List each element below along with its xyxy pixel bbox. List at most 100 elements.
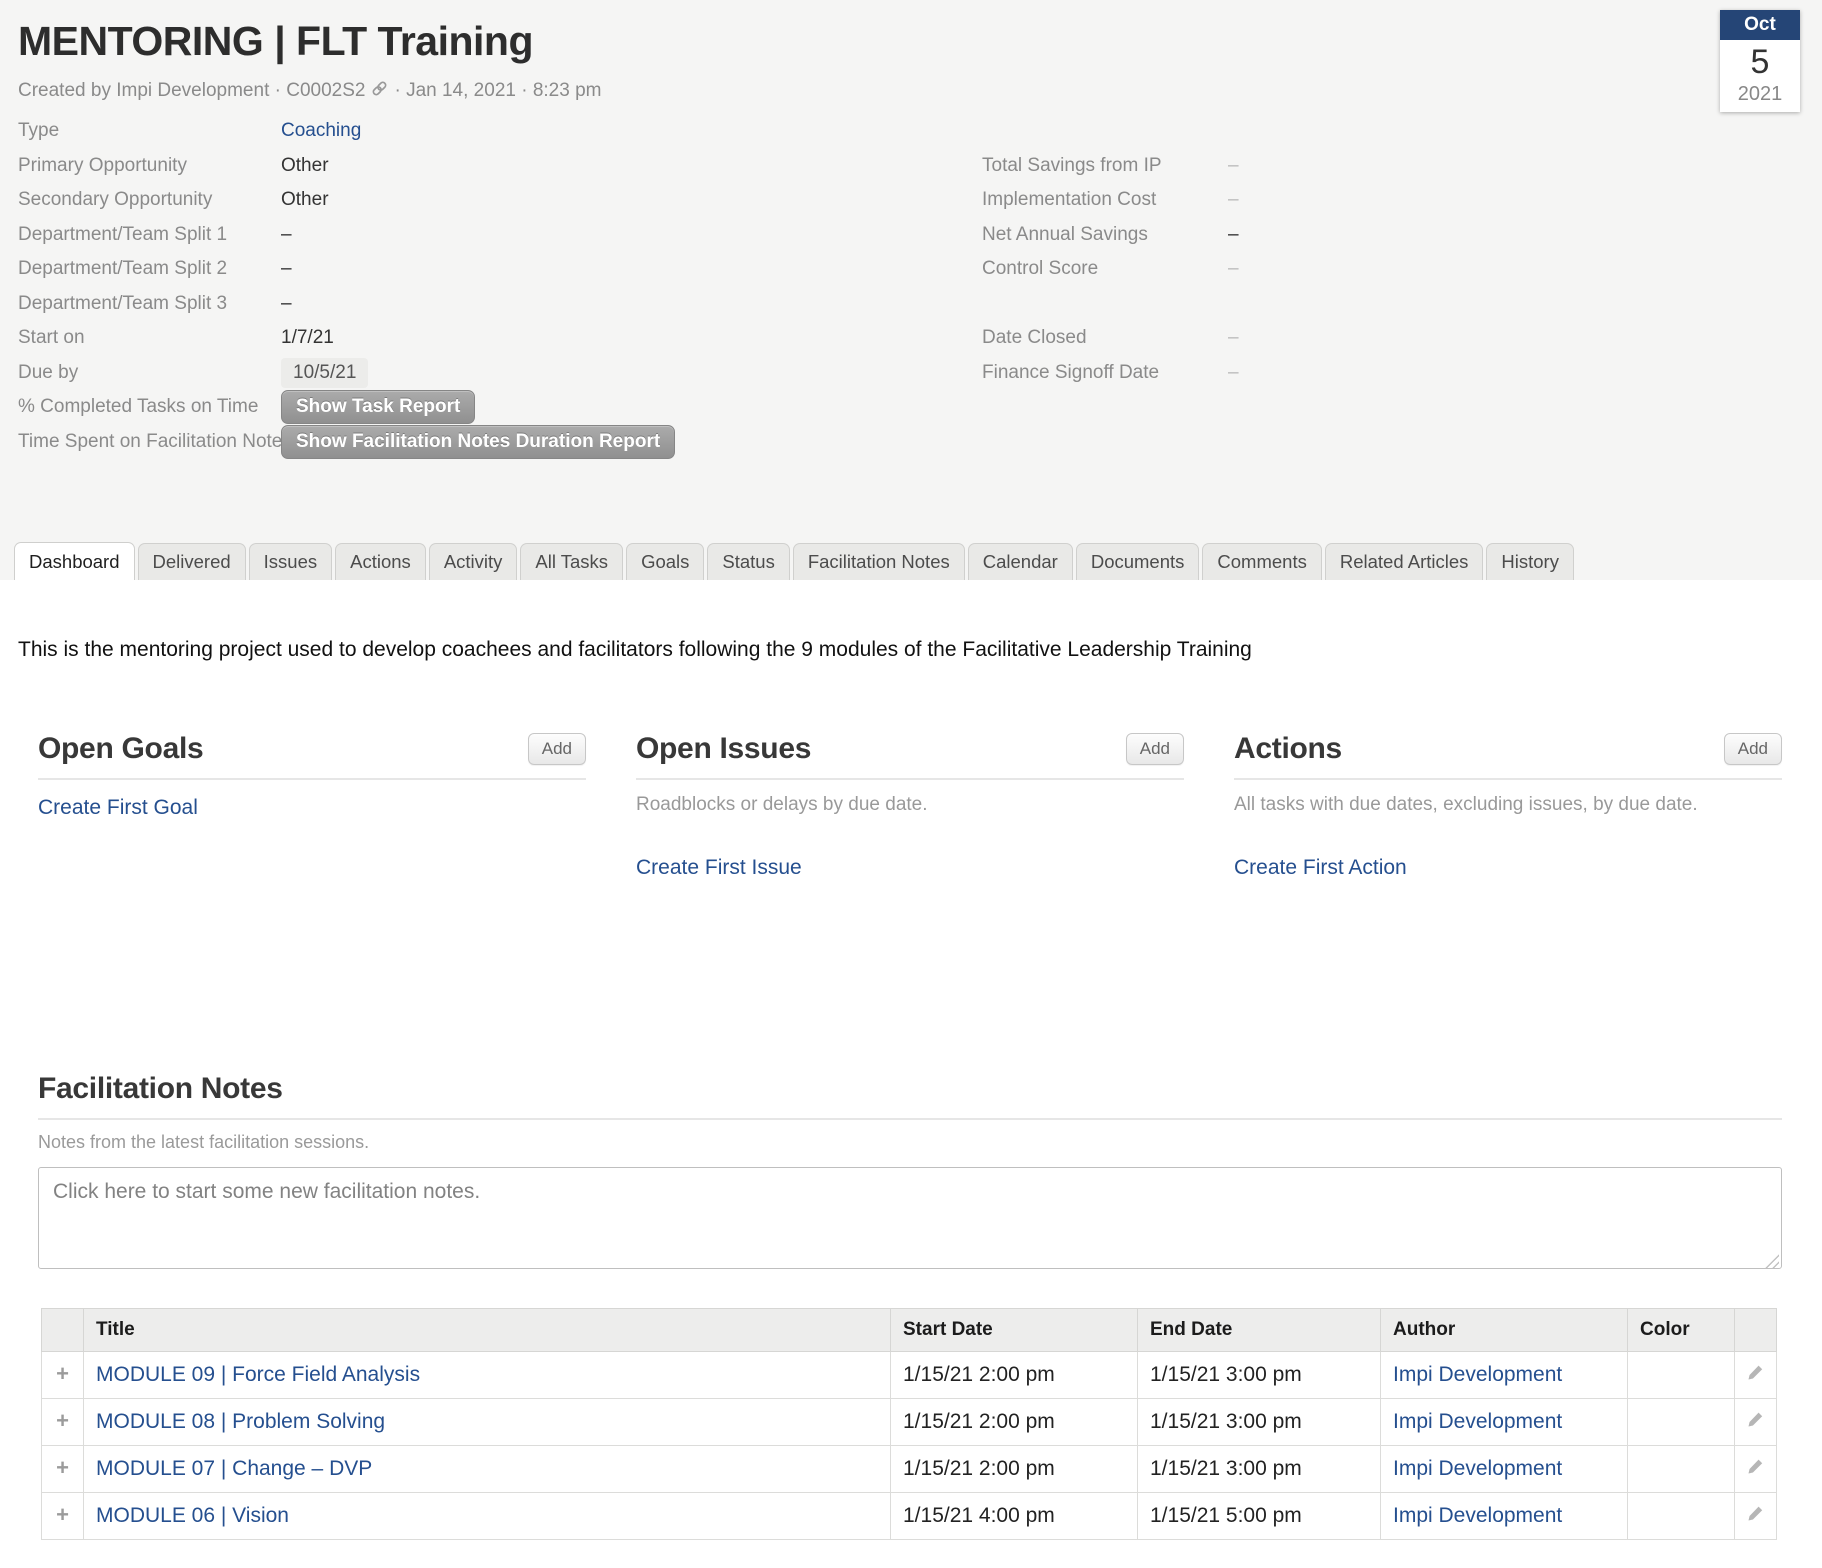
actions-title: Actions <box>1234 732 1342 766</box>
tab-all-tasks[interactable]: All Tasks <box>520 543 623 580</box>
note-title-link[interactable]: MODULE 06 | Vision <box>96 1504 289 1527</box>
tab-goals[interactable]: Goals <box>626 543 704 580</box>
note-start-date: 1/15/21 2:00 pm <box>891 1352 1138 1399</box>
note-color <box>1628 1399 1735 1446</box>
field-grid: Type Coaching Primary Opportunity Other … <box>18 114 1802 459</box>
field-row-type: Type Coaching <box>18 114 1802 149</box>
edit-note-button[interactable] <box>1735 1493 1777 1540</box>
note-start-date: 1/15/21 2:00 pm <box>891 1399 1138 1446</box>
field-row-control-score: Control Score – <box>982 252 1239 287</box>
field-label: Date Closed <box>982 327 1228 349</box>
due-by-value[interactable]: 10/5/21 <box>281 358 368 388</box>
add-issue-button[interactable]: Add <box>1126 733 1184 765</box>
field-row-secondary-opportunity: Secondary Opportunity Other <box>18 183 1802 218</box>
show-task-report-button[interactable]: Show Task Report <box>281 390 475 424</box>
tab-comments[interactable]: Comments <box>1202 543 1321 580</box>
table-row: + MODULE 08 | Problem Solving 1/15/21 2:… <box>42 1399 1777 1446</box>
tab-activity[interactable]: Activity <box>429 543 518 580</box>
author-column-header: Author <box>1381 1309 1628 1352</box>
edit-note-button[interactable] <box>1735 1399 1777 1446</box>
create-first-action-link[interactable]: Create First Action <box>1234 856 1407 880</box>
new-notes-editor <box>38 1167 1782 1274</box>
tab-dashboard[interactable]: Dashboard <box>14 542 135 580</box>
field-value: – <box>281 258 292 280</box>
due-date-month: Oct <box>1720 10 1800 40</box>
facilitation-notes-table: Title Start Date End Date Author Color +… <box>41 1308 1777 1540</box>
end-date-column-header: End Date <box>1138 1309 1381 1352</box>
summary-cards: Open Goals Add Create First Goal Open Is… <box>0 732 1822 944</box>
add-action-button[interactable]: Add <box>1724 733 1782 765</box>
link-icon[interactable] <box>371 79 388 102</box>
facilitation-notes-input[interactable] <box>38 1167 1782 1269</box>
field-label: Type <box>18 120 281 142</box>
tab-facilitation-notes[interactable]: Facilitation Notes <box>793 543 965 580</box>
tab-related-articles[interactable]: Related Articles <box>1325 543 1484 580</box>
tab-history[interactable]: History <box>1486 543 1574 580</box>
field-grid-right: Total Savings from IP – Implementation C… <box>982 149 1239 391</box>
facilitation-notes-section: Facilitation Notes Notes from the latest… <box>0 1072 1822 1540</box>
create-first-issue-link[interactable]: Create First Issue <box>636 856 802 880</box>
tab-status[interactable]: Status <box>707 543 789 580</box>
field-label: Secondary Opportunity <box>18 189 281 211</box>
plus-icon: + <box>56 1408 69 1433</box>
table-row: + MODULE 09 | Force Field Analysis 1/15/… <box>42 1352 1777 1399</box>
open-issues-title: Open Issues <box>636 732 811 766</box>
due-date-year: 2021 <box>1720 84 1800 112</box>
show-facilitation-notes-duration-report-button[interactable]: Show Facilitation Notes Duration Report <box>281 425 675 459</box>
expand-row-button[interactable]: + <box>42 1493 84 1540</box>
field-label: Start on <box>18 327 281 349</box>
tab-issues[interactable]: Issues <box>249 543 332 580</box>
plus-icon: + <box>56 1361 69 1386</box>
expand-row-button[interactable]: + <box>42 1446 84 1493</box>
table-header-row: Title Start Date End Date Author Color <box>42 1309 1777 1352</box>
note-end-date: 1/15/21 5:00 pm <box>1138 1493 1381 1540</box>
field-label: Department/Team Split 2 <box>18 258 281 280</box>
edit-note-button[interactable] <box>1735 1446 1777 1493</box>
field-label: Primary Opportunity <box>18 155 281 177</box>
note-end-date: 1/15/21 3:00 pm <box>1138 1399 1381 1446</box>
expand-row-button[interactable]: + <box>42 1352 84 1399</box>
note-title-link[interactable]: MODULE 07 | Change – DVP <box>96 1457 372 1480</box>
field-row-net-annual-savings: Net Annual Savings – <box>982 218 1239 253</box>
field-label: Time Spent on Facilitation Notes <box>18 431 281 453</box>
note-title-link[interactable]: MODULE 09 | Force Field Analysis <box>96 1363 420 1386</box>
note-author-link[interactable]: Impi Development <box>1393 1410 1562 1433</box>
start-date-column-header: Start Date <box>891 1309 1138 1352</box>
open-issues-card: Open Issues Add Roadblocks or delays by … <box>636 732 1184 944</box>
color-column-header: Color <box>1628 1309 1735 1352</box>
field-row-date-closed: Date Closed – <box>982 321 1239 356</box>
note-author-link[interactable]: Impi Development <box>1393 1363 1562 1386</box>
create-first-goal-link[interactable]: Create First Goal <box>38 796 198 820</box>
field-row-finance-signoff: Finance Signoff Date – <box>982 356 1239 391</box>
plus-icon: + <box>56 1455 69 1480</box>
field-label: Control Score <box>982 258 1228 280</box>
edit-note-button[interactable] <box>1735 1352 1777 1399</box>
field-grid-spacer <box>982 287 1239 322</box>
tab-calendar[interactable]: Calendar <box>968 543 1073 580</box>
tab-documents[interactable]: Documents <box>1076 543 1200 580</box>
expand-row-button[interactable]: + <box>42 1399 84 1446</box>
note-title-link[interactable]: MODULE 08 | Problem Solving <box>96 1410 385 1433</box>
field-row-primary-opportunity: Primary Opportunity Other <box>18 149 1802 184</box>
field-row-due-by: Due by 10/5/21 <box>18 356 1802 391</box>
field-label: Department/Team Split 1 <box>18 224 281 246</box>
field-label: Department/Team Split 3 <box>18 293 281 315</box>
pencil-icon <box>1747 1364 1764 1381</box>
tab-bar: Dashboard Delivered Issues Actions Activ… <box>14 542 1577 580</box>
note-author-link[interactable]: Impi Development <box>1393 1457 1562 1480</box>
field-value: – <box>281 224 292 246</box>
field-row-implementation-cost: Implementation Cost – <box>982 183 1239 218</box>
open-goals-card: Open Goals Add Create First Goal <box>38 732 586 944</box>
field-value: – <box>1228 327 1239 349</box>
note-author-link[interactable]: Impi Development <box>1393 1504 1562 1527</box>
field-label: Finance Signoff Date <box>982 362 1228 384</box>
tab-delivered[interactable]: Delivered <box>138 543 246 580</box>
type-value-link[interactable]: Coaching <box>281 120 361 142</box>
divider <box>38 1118 1782 1120</box>
field-value: – <box>1228 258 1239 280</box>
field-row-dept-split-2: Department/Team Split 2 – <box>18 252 1802 287</box>
tab-actions[interactable]: Actions <box>335 543 426 580</box>
add-goal-button[interactable]: Add <box>528 733 586 765</box>
note-color <box>1628 1352 1735 1399</box>
table-row: + MODULE 07 | Change – DVP 1/15/21 2:00 … <box>42 1446 1777 1493</box>
